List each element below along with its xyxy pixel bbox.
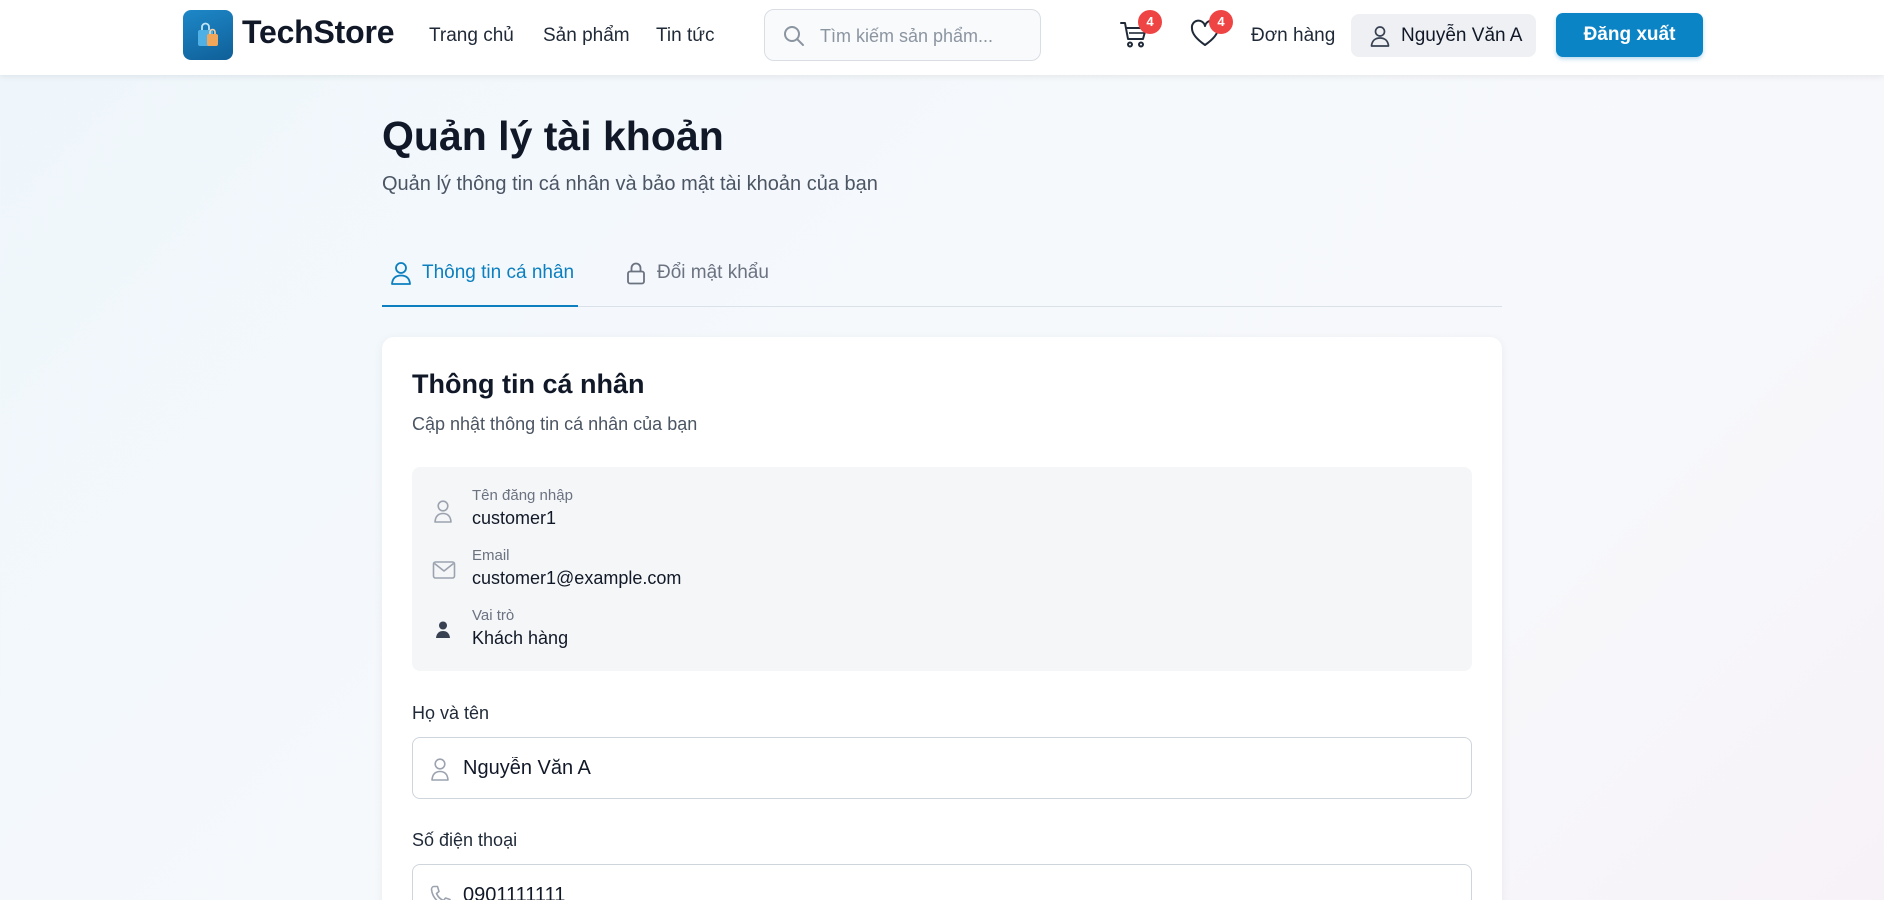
orders-link[interactable]: Đơn hàng	[1251, 25, 1335, 47]
top-navbar: TechStore Trang chủ Sản phẩm Tin tức 4 4…	[0, 0, 1884, 75]
cart-count-badge: 4	[1138, 10, 1162, 34]
nav-home[interactable]: Trang chủ	[429, 25, 514, 47]
nav-products[interactable]: Sản phẩm	[543, 25, 630, 47]
tab-personal-info-label: Thông tin cá nhân	[422, 262, 575, 283]
info-value: customer1	[472, 508, 557, 528]
account-info-box: Tên đăng nhập customer1 Email customer1@…	[412, 467, 1472, 671]
search-input[interactable]	[820, 23, 1025, 49]
lock-icon	[627, 262, 645, 285]
card-title: Thông tin cá nhân	[412, 369, 645, 399]
store-logo[interactable]	[183, 10, 233, 60]
personal-info-card: Thông tin cá nhân Cập nhật thông tin cá …	[382, 337, 1502, 900]
phone-label: Số điện thoại	[412, 830, 518, 850]
page-title: Quản lý tài khoản	[382, 113, 724, 159]
shopping-bag-icon	[198, 22, 218, 46]
user-menu[interactable]: Nguyễn Văn A	[1351, 14, 1536, 57]
user-name: Nguyễn Văn A	[1401, 25, 1523, 46]
brand-name[interactable]: TechStore	[242, 14, 395, 51]
cart-button[interactable]: 4	[1118, 10, 1162, 52]
mail-icon	[432, 561, 456, 579]
user-icon	[1370, 26, 1390, 47]
info-label: Email	[472, 547, 510, 564]
info-email: Email customer1@example.com	[432, 547, 932, 597]
wishlist-button[interactable]: 4	[1189, 10, 1233, 52]
phone-icon	[430, 885, 451, 900]
wishlist-count-badge: 4	[1209, 10, 1233, 34]
phone-input[interactable]	[463, 880, 1443, 900]
card-subtitle: Cập nhật thông tin cá nhân của bạn	[412, 414, 698, 434]
full-name-field	[412, 737, 1472, 799]
phone-field	[412, 864, 1472, 900]
user-icon	[431, 758, 449, 781]
user-icon	[391, 262, 411, 285]
tab-change-password[interactable]: Đổi mật khẩu	[617, 258, 787, 307]
logout-button[interactable]: Đăng xuất	[1556, 13, 1703, 57]
info-username: Tên đăng nhập customer1	[432, 487, 932, 537]
info-value: Khách hàng	[472, 628, 569, 648]
info-role: Vai trò Khách hàng	[432, 607, 932, 657]
person-filled-icon	[436, 621, 450, 638]
search-box	[764, 9, 1041, 61]
tab-personal-info[interactable]: Thông tin cá nhân	[382, 258, 578, 307]
info-label: Vai trò	[472, 607, 515, 624]
full-name-input[interactable]	[463, 753, 1443, 783]
page-subtitle: Quản lý thông tin cá nhân và bảo mật tài…	[382, 173, 878, 195]
search-icon	[784, 26, 804, 46]
info-label: Tên đăng nhập	[472, 487, 573, 504]
tab-change-password-label: Đổi mật khẩu	[657, 262, 769, 283]
full-name-label: Họ và tên	[412, 703, 490, 723]
user-icon	[434, 500, 452, 523]
nav-news[interactable]: Tin tức	[656, 25, 714, 47]
info-value: customer1@example.com	[472, 568, 682, 588]
